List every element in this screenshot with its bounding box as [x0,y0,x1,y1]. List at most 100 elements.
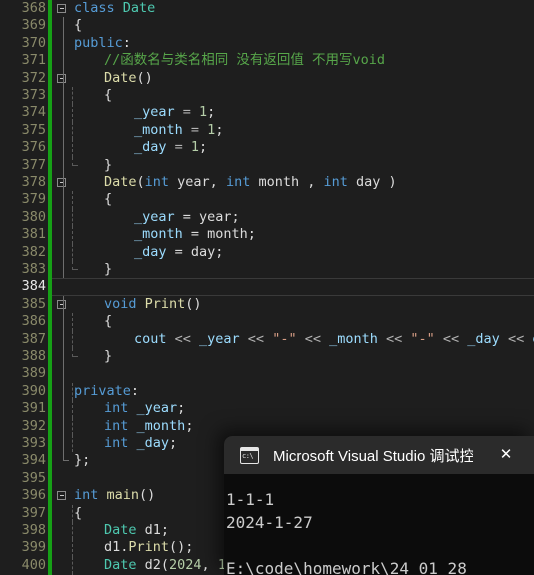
code-text[interactable] [52,365,534,382]
code-text[interactable]: } [52,261,534,278]
code-line[interactable]: 381 _month = month; [0,226,534,244]
code-text[interactable]: int _month; [52,418,534,435]
line-number: 390 [21,382,46,399]
code-text[interactable]: _year = year; [52,209,534,226]
code-token: _year [134,104,175,121]
code-line[interactable]: 382 _day = day; [0,243,534,261]
code-line[interactable]: 390 private: [0,382,534,401]
code-token: _day [134,139,167,156]
code-line[interactable]: 378 Date(int year, int month , int day ) [0,174,534,192]
code-text[interactable]: public: [52,35,534,52]
code-token: = day; [166,243,224,260]
code-line[interactable]: 385 void Print() [0,295,534,314]
line-number: 373 [21,87,46,103]
code-token: int [225,174,251,190]
code-line[interactable]: 387 cout << _year << "-" << _month << "-"… [0,330,534,348]
line-number: 400 [21,556,46,573]
code-token: { [74,504,83,521]
code-line[interactable]: 369 { [0,17,534,35]
code-line[interactable]: 380 _year = year; [0,208,534,227]
code-line[interactable]: 370 public: [0,34,534,53]
code-text[interactable]: { [52,191,534,208]
line-number: 375 [21,121,46,138]
code-token: int [104,417,129,434]
code-token: = [166,139,191,156]
code-line[interactable]: 372 Date() [0,69,534,87]
code-text[interactable]: _month = 1; [52,122,534,139]
console-title-bar[interactable]: c:\ Microsoft Visual Studio 调试控 ✕ [224,436,534,474]
line-number: 377 [21,156,46,173]
code-text[interactable]: Date(int year, int month , int day ) [52,174,534,191]
code-line[interactable]: 392 int _month; [0,417,534,435]
code-text[interactable]: } [52,157,534,174]
code-line[interactable]: 388} [0,348,534,366]
code-token: Print [128,539,170,556]
code-text[interactable]: void Print() [52,296,534,313]
code-text[interactable]: //函数名与类名相同 没有返回值 不用写void [52,52,534,69]
code-token: "-" [272,330,297,347]
code-token: private [74,382,131,399]
code-text[interactable]: private: [52,383,534,400]
line-number: 383 [21,261,46,277]
code-line[interactable]: 371 //函数名与类名相同 没有返回值 不用写void [0,52,534,70]
code-line[interactable]: 375 _month = 1; [0,121,534,140]
code-token: << [166,330,200,347]
code-text[interactable]: cout << _year << "-" << _month << "-" <<… [52,331,534,348]
code-token: cout [134,330,167,347]
code-text[interactable]: _day = 1; [52,139,534,156]
code-token: { [104,313,113,330]
code-token: ; [177,400,186,417]
line-number: 387 [21,330,46,347]
code-text[interactable] [52,278,534,296]
code-token: { [104,191,113,208]
code-text[interactable]: { [52,313,534,330]
code-token: } [104,348,113,364]
code-line[interactable]: 384 [0,278,534,296]
code-line[interactable]: 386 { [0,313,534,331]
line-number: 380 [21,208,46,225]
code-token: () [139,487,156,504]
code-line[interactable]: 374 _year = 1; [0,104,534,122]
code-text[interactable]: class Date [52,0,534,17]
code-token: _month [136,417,186,434]
code-token: year, [169,174,226,190]
line-number: 376 [21,139,46,156]
console-output-line: 1-1-1 [226,490,275,509]
code-text[interactable]: _year = 1; [52,104,534,121]
code-token: << [239,330,273,347]
code-line[interactable]: 377} [0,156,534,174]
line-number: 374 [21,104,46,121]
code-token: d1. [104,539,129,556]
code-line[interactable]: 368 class Date [0,0,534,18]
code-line[interactable]: 373 { [0,87,534,105]
code-text[interactable]: } [52,348,534,365]
code-text[interactable]: Date() [52,70,534,87]
code-line[interactable]: 389 [0,365,534,383]
code-token: () [185,295,202,312]
code-line[interactable]: 383} [0,261,534,279]
code-token: << [377,330,411,347]
code-token: Print [144,295,186,312]
line-number: 370 [21,34,46,51]
code-token: ; [169,435,178,451]
console-output-line: 2024-1-27 [226,513,313,532]
code-text[interactable]: _month = month; [52,226,534,243]
code-text[interactable]: { [52,17,534,34]
code-text[interactable]: int _year; [52,400,534,417]
code-token: d1; [136,522,170,538]
code-line[interactable]: 379 { [0,191,534,209]
code-token: _year [199,330,240,347]
debug-console-window[interactable]: c:\ Microsoft Visual Studio 调试控 ✕ 1-1-1 2… [224,436,534,575]
line-number: 371 [21,52,46,69]
code-token: int [74,487,99,504]
close-icon[interactable]: ✕ [498,447,514,463]
code-text[interactable]: { [52,87,534,104]
code-line[interactable]: 376 _day = 1; [0,139,534,157]
code-token: { [74,17,83,34]
code-token: Date [104,69,137,86]
code-line[interactable]: 391 int _year; [0,400,534,418]
code-text[interactable]: _day = day; [52,244,534,261]
